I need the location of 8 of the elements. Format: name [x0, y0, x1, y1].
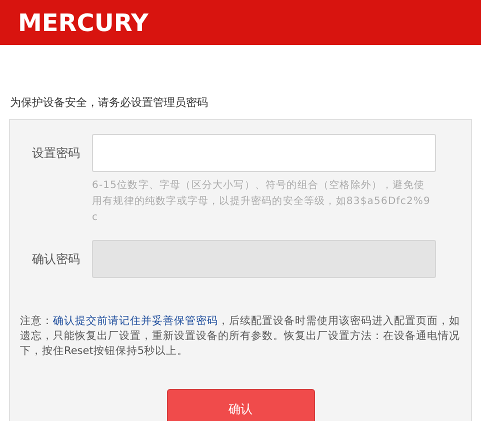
- logo: MERCURY: [18, 8, 148, 36]
- field-label: 确认密码: [31, 250, 80, 268]
- field-label: 设置密码: [31, 144, 80, 162]
- note-text: 注意：确认提交前请记住并妥善保管密码，后续配置设备时需使用该密码进入配置页面，如遗忘，只能恢复出厂设置，重新设置设备的所有参数。恢复出厂设置方法：在设备通电情况下，按住Reset按钮保持5秒以上。: [20, 314, 461, 359]
- confirm-button[interactable]: 确认: [166, 389, 314, 421]
- instruction-text: 为保护设备安全，请务必设置管理员密码: [10, 95, 209, 110]
- password-field[interactable]: [92, 134, 436, 172]
- hint-text: 6-15位数字、字母（区分大小写）、符号的组合（空格除外），避免使用有规律的纯数字或字母，以提升密码的安全等级，如83$a56Dfc2%9c: [92, 178, 432, 225]
